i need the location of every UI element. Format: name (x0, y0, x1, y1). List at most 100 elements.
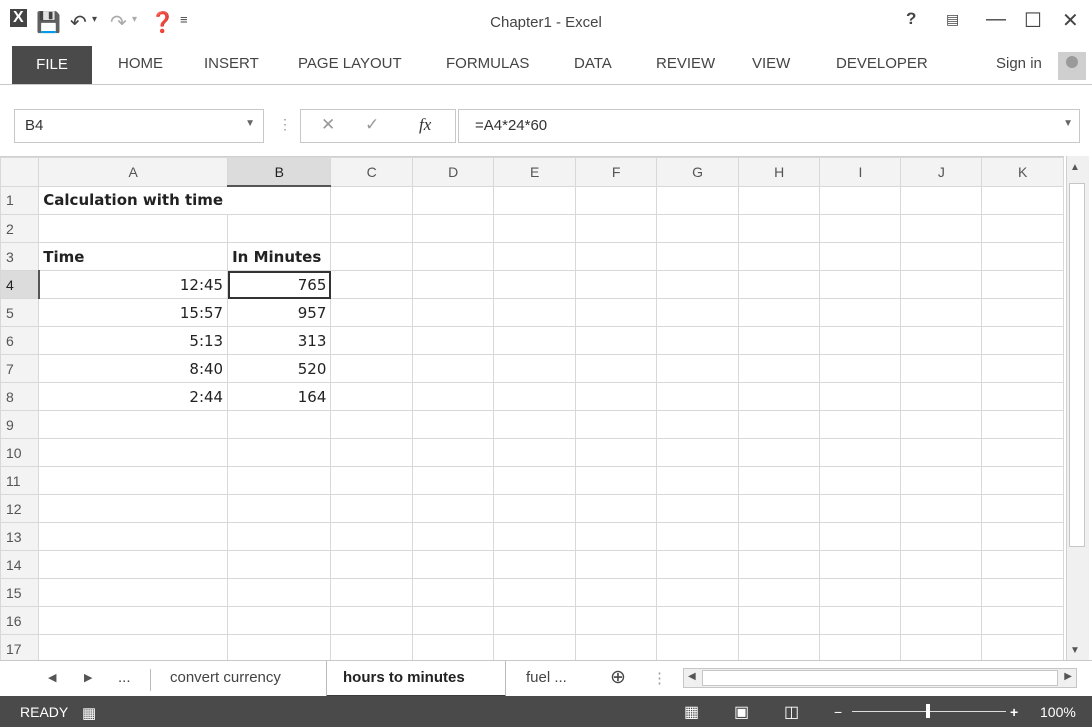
cell-d9[interactable] (411, 410, 495, 439)
row-header-7[interactable]: 7 (0, 354, 40, 383)
sign-in-link[interactable]: Sign in (996, 55, 1042, 72)
row-header-9[interactable]: 9 (0, 410, 40, 439)
cell-h9[interactable] (737, 410, 821, 439)
cell-k7[interactable] (981, 354, 1064, 383)
macro-recording-icon[interactable]: ▦ (82, 704, 96, 722)
cell-g12[interactable] (656, 494, 739, 523)
scroll-tabs-right-icon[interactable]: ▶ (84, 671, 92, 684)
cell-h6[interactable] (737, 326, 821, 355)
cell-h13[interactable] (737, 522, 821, 551)
cell-i15[interactable] (819, 578, 902, 607)
enter-check-icon[interactable]: ✓ (365, 115, 379, 135)
select-all-corner[interactable] (0, 157, 40, 187)
column-header-h[interactable]: H (737, 157, 821, 187)
cell-j1[interactable] (900, 185, 983, 215)
cell-i2[interactable] (819, 214, 902, 243)
row-header-17[interactable]: 17 (0, 634, 40, 661)
cell-e13[interactable] (493, 522, 576, 551)
more-sheets-button[interactable]: ... (118, 669, 131, 686)
cell-e8[interactable] (493, 382, 576, 411)
cell-k10[interactable] (981, 438, 1064, 467)
cell-b11[interactable] (227, 466, 332, 495)
cell-i8[interactable] (819, 382, 902, 411)
cell-i9[interactable] (819, 410, 902, 439)
cell-g8[interactable] (656, 382, 739, 411)
cell-b3[interactable]: In Minutes (227, 242, 332, 271)
cell-b4[interactable]: 765 (227, 270, 332, 299)
cell-a14[interactable] (38, 550, 229, 579)
cell-e10[interactable] (493, 438, 576, 467)
cell-d3[interactable] (411, 242, 495, 271)
cell-b17[interactable] (227, 634, 332, 661)
cell-i11[interactable] (819, 466, 902, 495)
cell-k12[interactable] (981, 494, 1064, 523)
cell-g6[interactable] (656, 326, 739, 355)
cell-i14[interactable] (819, 550, 902, 579)
cell-f2[interactable] (574, 214, 658, 243)
cell-g7[interactable] (656, 354, 739, 383)
tab-formulas[interactable]: FORMULAS (446, 55, 529, 72)
cell-a5[interactable]: 15:57 (38, 298, 229, 327)
cell-d15[interactable] (411, 578, 495, 607)
cell-j11[interactable] (900, 466, 983, 495)
scroll-down-icon[interactable]: ▼ (1070, 645, 1080, 656)
formula-input[interactable]: =A4*24*60 ▼ (458, 109, 1080, 143)
cell-i17[interactable] (819, 634, 902, 661)
cell-e12[interactable] (493, 494, 576, 523)
cell-h14[interactable] (737, 550, 821, 579)
cell-d17[interactable] (411, 634, 495, 661)
cell-c14[interactable] (330, 550, 413, 579)
zoom-level[interactable]: 100% (1040, 704, 1076, 720)
cell-c9[interactable] (330, 410, 413, 439)
cell-k16[interactable] (981, 606, 1064, 635)
cell-b8[interactable]: 164 (227, 382, 332, 411)
help-icon[interactable]: ? (906, 9, 916, 29)
tab-page-layout[interactable]: PAGE LAYOUT (298, 55, 402, 72)
cell-f5[interactable] (574, 298, 658, 327)
scroll-tabs-left-icon[interactable]: ◀ (48, 671, 56, 684)
cell-e16[interactable] (493, 606, 576, 635)
cell-e3[interactable] (493, 242, 576, 271)
column-header-j[interactable]: J (900, 157, 983, 187)
cell-a6[interactable]: 5:13 (38, 326, 229, 355)
cell-e14[interactable] (493, 550, 576, 579)
vertical-scroll-thumb[interactable] (1069, 183, 1085, 547)
cell-e1[interactable] (493, 185, 576, 215)
column-header-b[interactable]: B (227, 157, 332, 187)
cell-c3[interactable] (330, 242, 413, 271)
cell-f17[interactable] (574, 634, 658, 661)
cell-j16[interactable] (900, 606, 983, 635)
cell-i5[interactable] (819, 298, 902, 327)
page-layout-view-icon[interactable]: ▣ (734, 702, 749, 722)
cell-c8[interactable] (330, 382, 413, 411)
cell-f1[interactable] (574, 185, 658, 215)
cell-b16[interactable] (227, 606, 332, 635)
cell-d1[interactable] (411, 185, 495, 215)
cell-i3[interactable] (819, 242, 902, 271)
tab-home[interactable]: HOME (118, 55, 163, 72)
cell-a15[interactable] (38, 578, 229, 607)
cell-a4[interactable]: 12:45 (38, 270, 229, 299)
page-break-view-icon[interactable]: ◫ (784, 702, 799, 722)
splitter-icon[interactable]: ⋮ (652, 669, 667, 687)
cell-d7[interactable] (411, 354, 495, 383)
sheet-tab-convert-currency[interactable]: convert currency (170, 669, 281, 686)
cell-g10[interactable] (656, 438, 739, 467)
cell-i7[interactable] (819, 354, 902, 383)
cell-b6[interactable]: 313 (227, 326, 332, 355)
chevron-down-icon[interactable]: ▼ (245, 118, 255, 129)
cell-h3[interactable] (737, 242, 821, 271)
cell-h8[interactable] (737, 382, 821, 411)
scroll-right-icon[interactable]: ▶ (1064, 671, 1072, 682)
column-header-e[interactable]: E (493, 157, 576, 187)
tab-file[interactable]: FILE (12, 46, 92, 84)
cell-c13[interactable] (330, 522, 413, 551)
cell-j8[interactable] (900, 382, 983, 411)
column-header-c[interactable]: C (330, 157, 413, 187)
cell-f10[interactable] (574, 438, 658, 467)
cell-j4[interactable] (900, 270, 983, 299)
cell-k1[interactable] (981, 185, 1064, 215)
zoom-in-icon[interactable]: + (1010, 704, 1018, 720)
cell-k5[interactable] (981, 298, 1064, 327)
zoom-slider-thumb[interactable] (926, 704, 930, 718)
